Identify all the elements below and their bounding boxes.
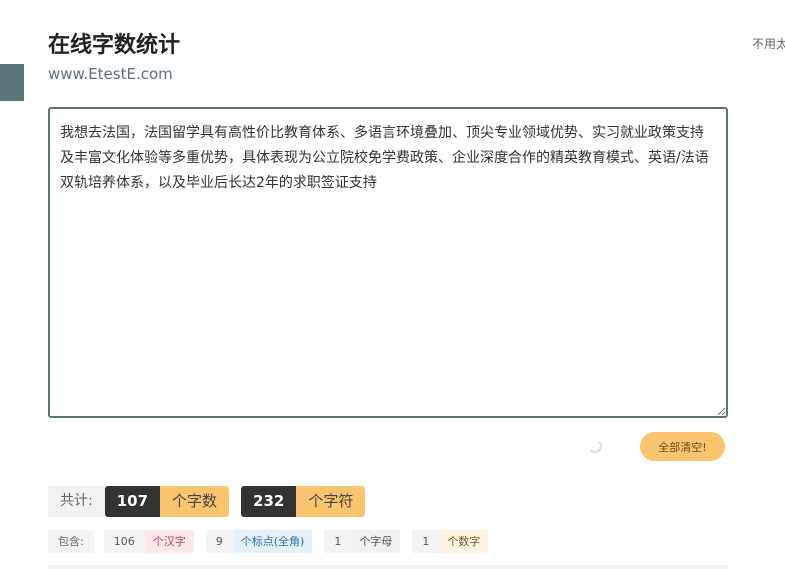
char-count-unit: 个字符: [296, 486, 366, 517]
text-input[interactable]: 我想去法国，法国留学具有高性价比教育体系、多语言环境叠加、顶尖专业领域优势、实习…: [48, 107, 728, 418]
contains-row: 包含: 106 个汉字 9 个标点(全角) 1 个字母 1 个数字: [48, 530, 500, 553]
chinese-char-stat: 106 个汉字: [103, 530, 194, 553]
totals-label: 共计:: [48, 486, 105, 517]
digit-stat: 1 个数字: [412, 530, 489, 553]
punctuation-unit: 个标点(全角): [232, 530, 313, 553]
clear-all-button[interactable]: 全部清空!: [640, 432, 725, 461]
totals-row: 共计: 107 个字数 232 个字符: [48, 486, 377, 517]
page-title: 在线字数统计: [48, 33, 181, 58]
loading-icon: [588, 439, 602, 453]
chinese-char-count: 106: [103, 530, 145, 553]
char-count: 232: [241, 486, 297, 517]
site-url: www.EtestE.com: [48, 65, 173, 83]
top-right-text: 不用太: [752, 37, 785, 51]
bottom-divider: [48, 565, 728, 569]
word-count: 107: [104, 486, 161, 517]
letter-count: 1: [324, 530, 352, 553]
digit-unit: 个数字: [439, 530, 489, 553]
letter-unit: 个字母: [351, 530, 401, 553]
contains-label: 包含:: [48, 530, 94, 553]
letter-stat: 1 个字母: [324, 530, 401, 553]
punctuation-stat: 9 个标点(全角): [205, 530, 313, 553]
side-tab[interactable]: [0, 64, 24, 101]
digit-count: 1: [412, 530, 440, 553]
punctuation-count: 9: [205, 530, 233, 553]
chinese-char-unit: 个汉字: [144, 530, 194, 553]
word-count-unit: 个字数: [160, 486, 230, 517]
